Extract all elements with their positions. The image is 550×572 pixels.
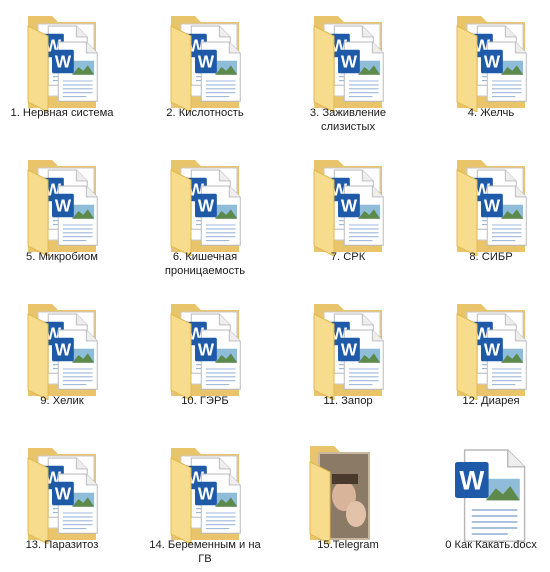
item-label: 7. СРК [330,251,366,263]
svg-text:W: W [341,196,358,216]
folder-with-word-docs-icon: W W [155,300,255,400]
svg-text:W: W [484,52,501,72]
folder-with-word-docs-icon: W W [12,444,112,544]
folder-item[interactable]: W W 1. Нервная система [0,2,130,140]
svg-text:W: W [459,466,484,496]
file-item[interactable]: W 0 Как Какать.docx [423,434,550,572]
item-label: 3. Заживление слизистых [309,107,387,133]
svg-text:W: W [484,340,501,360]
folder-item[interactable]: W W 13. Паразитоз [0,434,130,572]
folder-with-word-docs-icon: W W [155,444,255,544]
item-label: 0 Как Какать.docx [445,539,537,551]
item-label: 10. ГЭРБ [181,395,229,407]
item-label: 4. Желчь [467,107,515,119]
svg-text:W: W [198,484,215,504]
word-document-icon: W [441,444,541,544]
item-label: 5. Микробиом [26,251,98,263]
item-label: 12. Диарея [462,395,520,407]
folder-item[interactable]: W W 10. ГЭРБ [137,290,273,428]
svg-text:W: W [55,484,72,504]
folder-with-word-docs-icon: W W [155,12,255,112]
item-label: 1. Нервная система [10,107,114,119]
folder-with-word-docs-icon: W W [441,156,541,256]
folder-item[interactable]: W W 5. Микробиом [0,146,130,284]
item-label: 14. Беременным и на ГВ [149,539,261,565]
folder-with-word-docs-icon: W W [298,300,398,400]
folder-with-word-docs-icon: W W [12,12,112,112]
folder-item[interactable]: W W 14. Беременным и на ГВ [137,434,273,572]
folder-item[interactable]: W W 6. Кишечная проницаемость [137,146,273,284]
svg-text:W: W [55,52,72,72]
item-label: 15.Telegram [317,539,379,551]
svg-text:W: W [198,196,215,216]
folder-item[interactable]: W W 8. СИБР [423,146,550,284]
folder-with-word-docs-icon: W W [441,300,541,400]
item-label: 2. Кислотность [166,107,244,119]
item-label: 9. Хелик [40,395,84,407]
folder-item[interactable]: W W 7. СРК [280,146,416,284]
folder-item[interactable]: W W 11. Запор [280,290,416,428]
folder-item[interactable]: W W 4. Желчь [423,2,550,140]
folder-with-word-docs-icon: W W [12,156,112,256]
folder-item[interactable]: W W 12. Диарея [423,290,550,428]
svg-text:W: W [341,340,358,360]
folder-with-word-docs-icon: W W [12,300,112,400]
item-label: 11. Запор [323,395,373,407]
svg-text:W: W [198,340,215,360]
folder-item[interactable]: W W 9. Хелик [0,290,130,428]
item-label: 6. Кишечная проницаемость [164,251,246,277]
folder-item[interactable]: W W 2. Кислотность [137,2,273,140]
folder-item[interactable]: 15.Telegram [280,434,416,572]
file-grid: W W 1. Нервная система W W 2. Кислотност… [0,0,550,565]
folder-with-word-docs-icon: W W [298,156,398,256]
item-label: 8. СИБР [469,251,513,263]
svg-text:W: W [198,52,215,72]
svg-text:W: W [484,196,501,216]
folder-with-word-docs-icon: W W [441,12,541,112]
folder-with-word-docs-icon: W W [298,12,398,112]
folder-with-word-docs-icon: W W [155,156,255,256]
svg-text:W: W [55,196,72,216]
svg-text:W: W [341,52,358,72]
folder-with-photo-icon [298,444,398,544]
folder-item[interactable]: W W 3. Заживление слизистых [280,2,416,140]
item-label: 13. Паразитоз [25,539,99,551]
svg-text:W: W [55,340,72,360]
